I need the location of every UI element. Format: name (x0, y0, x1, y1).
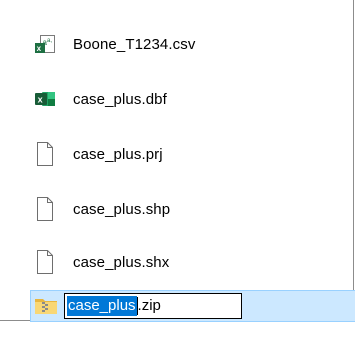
rename-selected-text: case_plus (67, 296, 137, 316)
blank-file-icon (33, 250, 57, 274)
zip-folder-icon (34, 294, 58, 318)
file-name: case_plus.shp (73, 200, 171, 218)
svg-text:a,: a, (47, 38, 52, 44)
file-item-case-plus-prj[interactable]: case_plus.prj (33, 141, 163, 167)
file-name: case_plus.dbf (73, 90, 167, 108)
file-item-boone-csv[interactable]: a a, x Boone_T1234.csv (33, 31, 195, 57)
file-item-case-plus-zip[interactable]: case_plus .zip (30, 290, 355, 322)
svg-text:x: x (38, 95, 43, 105)
file-list-pane: a a, x Boone_T1234.csv x case_plus.dbf c… (0, 0, 355, 322)
file-name: case_plus.prj (73, 145, 163, 163)
file-item-case-plus-dbf[interactable]: x case_plus.dbf (33, 86, 167, 112)
csv-excel-icon: a a, x (33, 32, 57, 56)
rename-input[interactable]: case_plus .zip (64, 293, 242, 319)
blank-file-icon (33, 142, 57, 166)
file-item-case-plus-shx[interactable]: case_plus.shx (33, 249, 169, 275)
file-name: Boone_T1234.csv (73, 35, 196, 53)
blank-file-icon (33, 197, 57, 221)
excel-icon: x (33, 87, 57, 111)
file-name: case_plus.shx (73, 253, 170, 271)
rename-extension-text: .zip (137, 297, 161, 314)
file-item-case-plus-shp[interactable]: case_plus.shp (33, 196, 170, 222)
svg-text:x: x (37, 44, 42, 53)
